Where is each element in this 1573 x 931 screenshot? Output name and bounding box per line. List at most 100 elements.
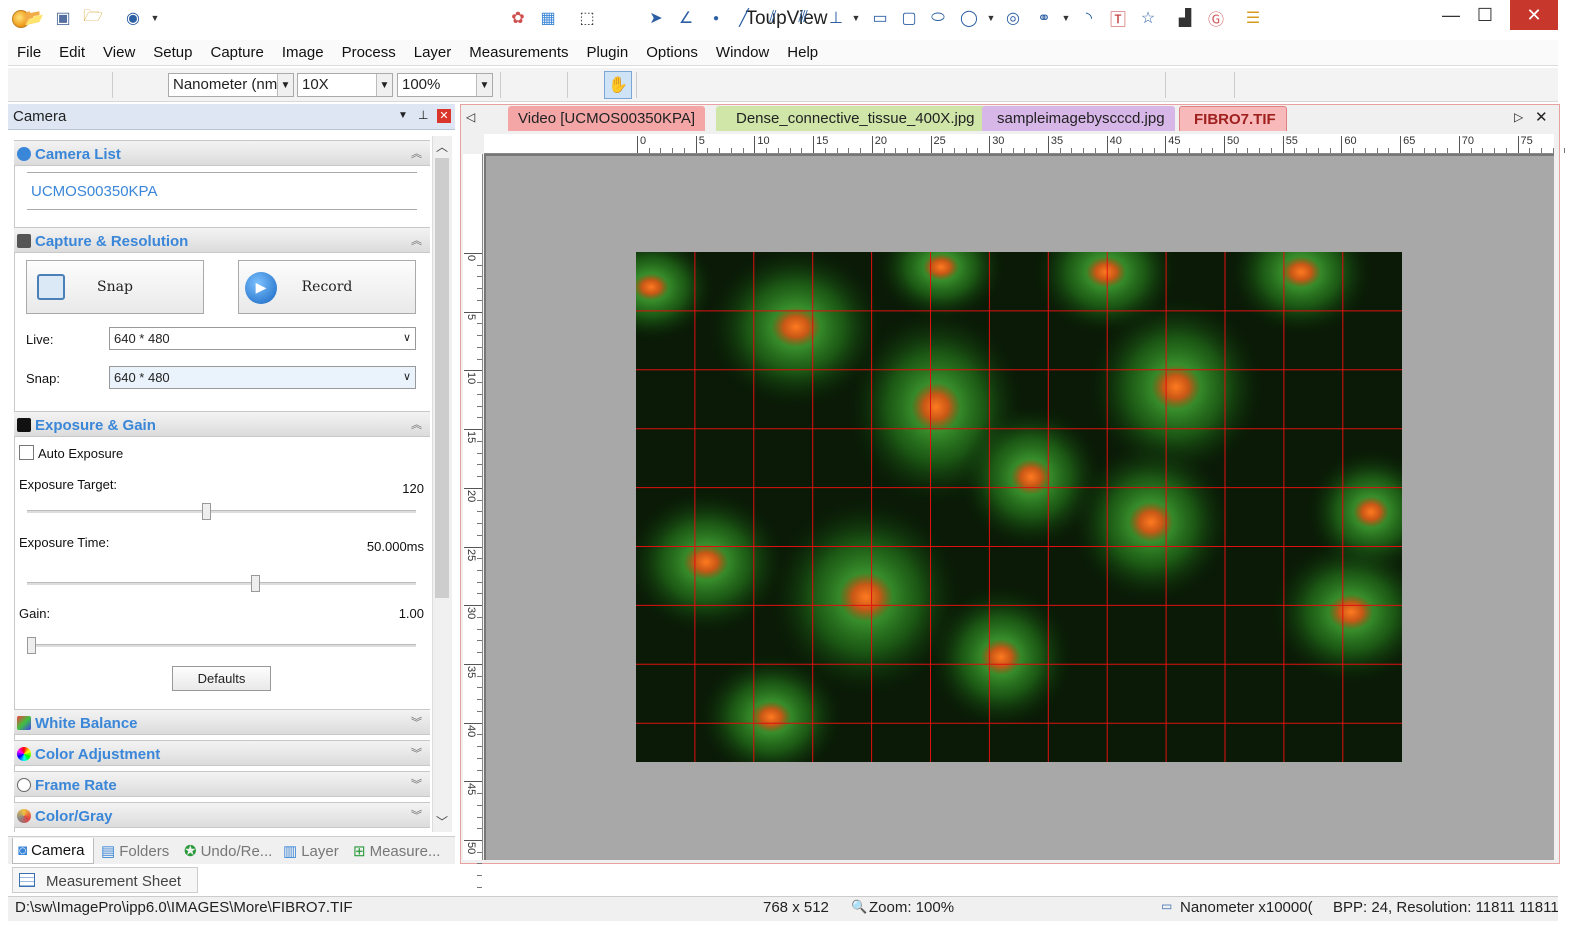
expand-icon[interactable]: ︾ (411, 745, 422, 761)
tab-scroll-right-icon[interactable]: ▷ (1514, 110, 1523, 124)
white-balance-section[interactable]: White Balance ︾ (14, 709, 430, 735)
tab-scroll-left-icon[interactable]: ◁ (466, 110, 475, 124)
g-icon[interactable]: Ⓖ (1205, 7, 1227, 29)
defaults-button[interactable]: Defaults (172, 666, 271, 691)
menu-plugin[interactable]: Plugin (578, 41, 638, 65)
select-rect-icon[interactable]: ⬚ (576, 7, 598, 29)
camera-dropdown-icon[interactable]: ▼ (144, 7, 166, 29)
color-gray-section[interactable]: Color/Gray ︾ (14, 802, 430, 828)
ruler-h-minor-tick (1141, 148, 1143, 153)
arrow-pointer-icon[interactable]: ➤ (645, 7, 667, 29)
doc-tab-fibro7[interactable]: FIBRO7.TIF (1179, 106, 1287, 131)
collapse-icon[interactable]: ︽ (411, 232, 422, 248)
chevron-down-icon[interactable]: ▼ (1055, 7, 1077, 29)
panel-menu-icon[interactable]: ▼ (398, 110, 408, 121)
save-icon[interactable]: ▣ (52, 7, 74, 29)
menu-measurements[interactable]: Measurements (460, 41, 577, 65)
menu-edit[interactable]: Edit (50, 41, 94, 65)
camera-list-item[interactable]: UCMOS00350KPA (31, 183, 157, 200)
ruler-v-minor-tick (477, 640, 482, 642)
doc-close-icon[interactable]: ✕ (1535, 108, 1548, 126)
circle-icon[interactable]: ◯ (958, 7, 980, 29)
menu-help[interactable]: Help (778, 41, 827, 65)
camera-icon[interactable]: ◉ (122, 7, 144, 29)
star-icon[interactable]: ☆ (1137, 7, 1159, 29)
chevron-down-icon[interactable]: ▼ (845, 7, 867, 29)
expand-icon[interactable]: ︾ (411, 714, 422, 730)
menu-capture[interactable]: Capture (201, 41, 272, 65)
pin-icon[interactable]: ⊥ (418, 108, 428, 122)
maximize-button[interactable]: ☐ (1463, 0, 1507, 30)
exposure-target-slider[interactable] (202, 503, 211, 520)
menu-file[interactable]: File (8, 41, 50, 65)
align-icon[interactable]: ☰ (1242, 7, 1264, 29)
capture-resolution-section[interactable]: Capture & Resolution ︽ (14, 227, 430, 253)
menu-image[interactable]: Image (273, 41, 333, 65)
panel-close-icon[interactable]: ✕ (437, 109, 451, 123)
doc-tab-sampleimage[interactable]: sampleimagebyscccd.jpg (982, 106, 1175, 131)
section-title: Camera List (35, 146, 121, 163)
ruler-h-tick (1047, 136, 1049, 153)
collapse-icon[interactable]: ︽ (411, 145, 422, 161)
frame-rate-section[interactable]: Frame Rate ︾ (14, 771, 430, 797)
exposure-time-slider[interactable] (251, 575, 260, 592)
menu-layer[interactable]: Layer (405, 41, 461, 65)
chevron-down-icon: ▼ (476, 74, 492, 96)
tab-camera[interactable]: ◙ Camera (12, 838, 94, 864)
zoom-select[interactable]: 100% ▼ (397, 73, 493, 97)
live-resolution-select[interactable]: 640 * 480 ∨ (109, 327, 416, 350)
chevron-down-icon: ∨ (402, 332, 411, 344)
arc-icon[interactable]: ◝ (1078, 7, 1100, 29)
snap-button[interactable]: Snap (26, 260, 204, 314)
expand-icon[interactable]: ︾ (411, 807, 422, 823)
rounded-rect-icon[interactable]: ▢ (898, 7, 920, 29)
ellipse-icon[interactable]: ⬭ (927, 7, 949, 29)
measurement-sheet-tab[interactable]: Measurement Sheet (12, 867, 198, 893)
ruler-h-label: 25 (933, 135, 946, 147)
microscope-image[interactable] (636, 252, 1402, 762)
panel-scroll-thumb[interactable] (435, 158, 449, 598)
camera-list-section[interactable]: Camera List ︽ (14, 140, 430, 166)
tab-measure[interactable]: ⊞ Measure... (353, 838, 440, 864)
auto-exposure-checkbox[interactable] (19, 445, 34, 460)
angle-icon[interactable]: ∠ (675, 7, 697, 29)
record-button[interactable]: ▶ Record (238, 260, 416, 314)
unit-select[interactable]: Nanometer (nm ▼ (168, 73, 294, 97)
menu-window[interactable]: Window (707, 41, 778, 65)
snap-resolution-select[interactable]: 640 * 480 ∨ (109, 366, 416, 389)
scroll-down-icon[interactable]: ﹀ (436, 813, 448, 830)
doc-tab-dense-connective[interactable]: Dense_connective_tissue_400X.jpg (716, 106, 993, 131)
annulus-icon[interactable]: ◎ (1002, 7, 1024, 29)
menu-options[interactable]: Options (637, 41, 707, 65)
chevron-down-icon[interactable]: ▼ (980, 7, 1002, 29)
expand-icon[interactable]: ︾ (411, 776, 422, 792)
text-tool-icon[interactable]: 🅃 (1107, 7, 1129, 29)
menu-setup[interactable]: Setup (144, 41, 201, 65)
scroll-up-icon[interactable]: ︿ (436, 138, 448, 155)
menu-process[interactable]: Process (333, 41, 405, 65)
close-button[interactable]: ✕ (1510, 0, 1558, 30)
exposure-gain-section[interactable]: Exposure & Gain ︽ (14, 411, 430, 437)
rectangle-icon[interactable]: ▭ (869, 7, 891, 29)
multi-lines-icon[interactable]: ⫻ (792, 7, 814, 29)
tab-layer[interactable]: ▥ Layer (283, 838, 339, 864)
parallel-lines-icon[interactable]: ⫽ (762, 7, 784, 29)
magnification-select[interactable]: 10X ▼ (297, 73, 393, 97)
doc-tab-video[interactable]: Video [UCMOS00350KPA] (508, 106, 706, 131)
color-channels-icon[interactable]: ✿ (507, 7, 529, 29)
hand-pan-icon[interactable]: ✋ (604, 71, 632, 99)
tab-folders[interactable]: ▤ Folders (101, 838, 169, 864)
browse-folder-icon[interactable]: 🗁 (82, 7, 104, 29)
line-icon[interactable]: ╱ (733, 7, 755, 29)
collapse-icon[interactable]: ︽ (411, 416, 422, 432)
open-folder-icon[interactable]: 📂 (23, 7, 45, 29)
histogram-icon[interactable]: ▦ (537, 7, 559, 29)
circles-distance-icon[interactable]: ⚭ (1033, 7, 1055, 29)
gain-slider[interactable] (27, 637, 36, 654)
perpendicular-icon[interactable]: ⊥ (825, 7, 847, 29)
color-adjustment-section[interactable]: Color Adjustment ︾ (14, 740, 430, 766)
tab-undo-redo[interactable]: ✪ Undo/Re... (184, 838, 272, 864)
calibration-icon[interactable]: ▟ (1174, 7, 1196, 29)
menu-view[interactable]: View (94, 41, 144, 65)
point-icon[interactable]: ● (705, 7, 727, 29)
